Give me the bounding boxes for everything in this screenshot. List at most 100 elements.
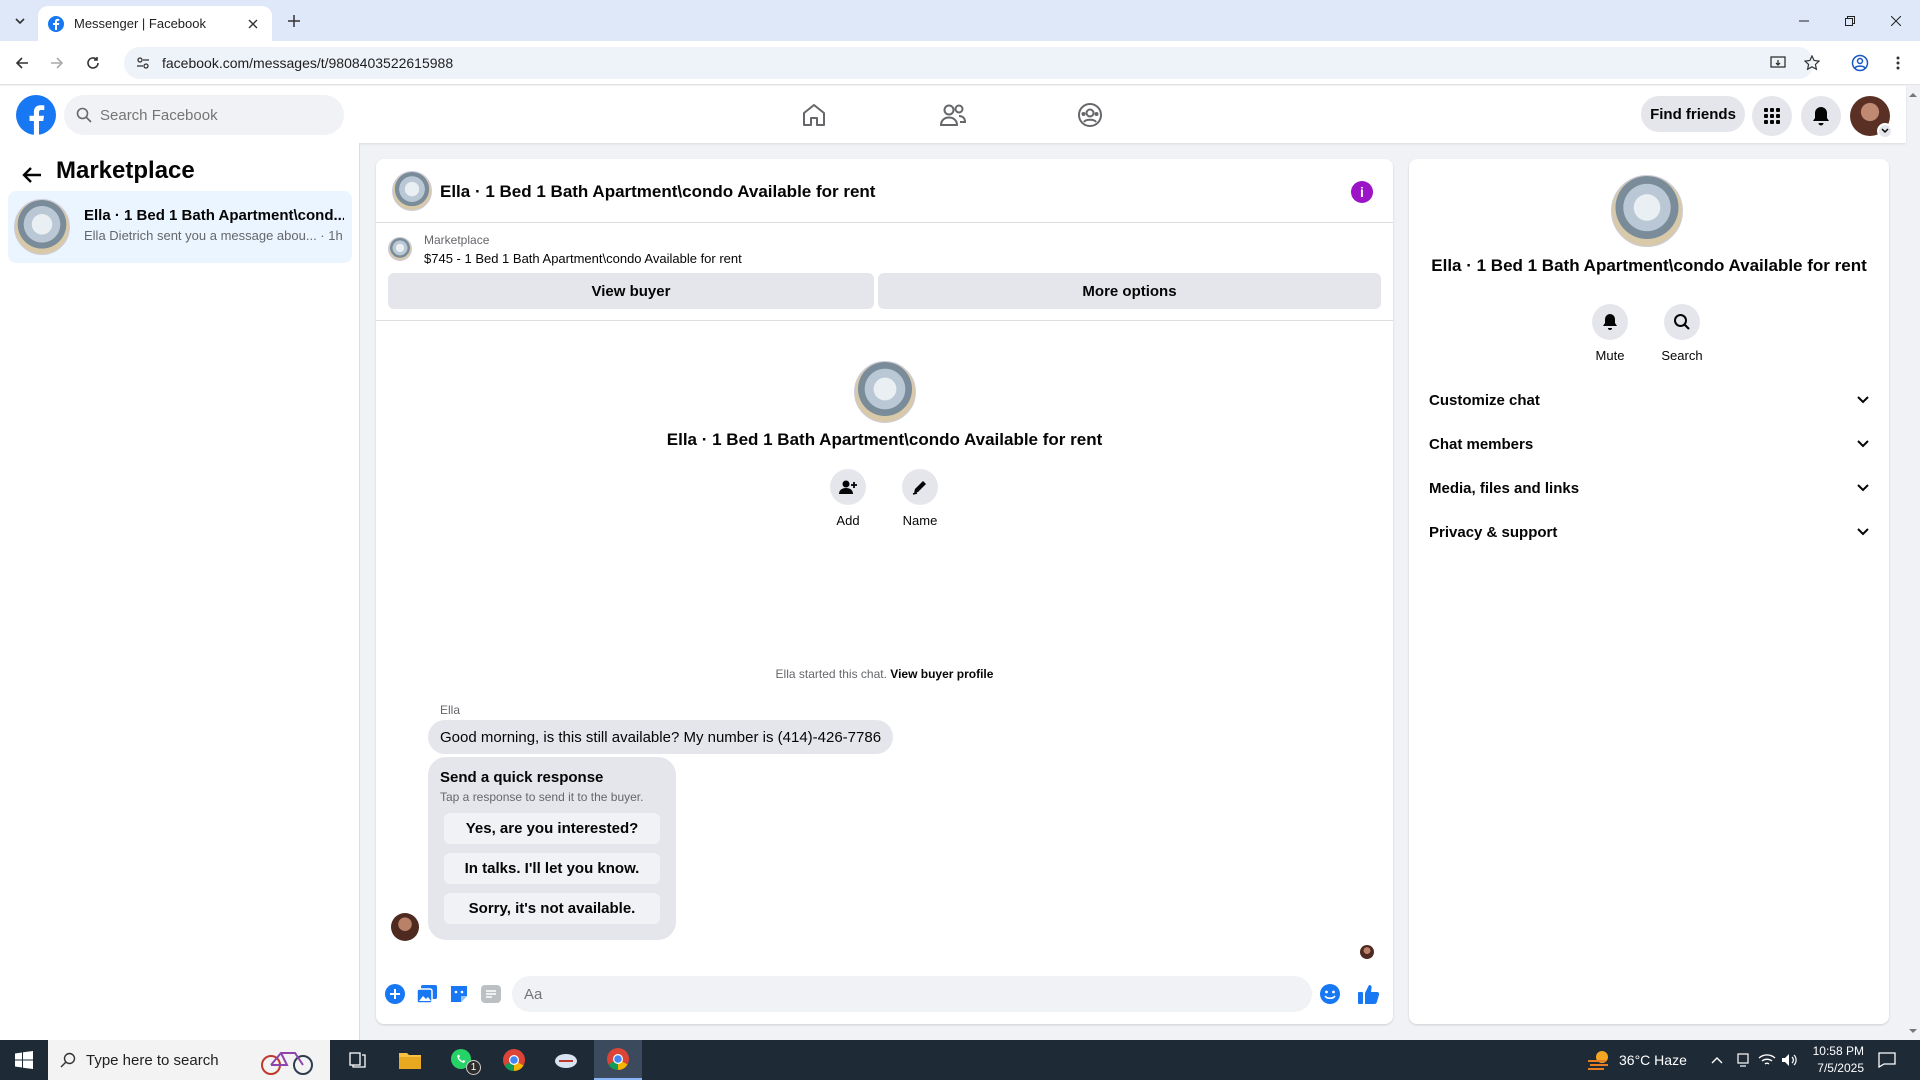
quick-response-button[interactable]: Yes, are you interested? <box>444 813 660 844</box>
row-label: Media, files and links <box>1429 479 1580 497</box>
scroll-down-arrow-icon[interactable] <box>1906 1024 1920 1038</box>
site-settings-icon[interactable] <box>136 56 150 70</box>
sticker-icon[interactable] <box>448 983 470 1005</box>
restore-icon <box>1845 15 1855 26</box>
friends-nav-button[interactable] <box>932 94 974 136</box>
facebook-logo-icon[interactable] <box>16 95 56 135</box>
thumbs-up-icon[interactable] <box>1358 983 1380 1005</box>
facebook-search-box[interactable] <box>64 95 344 135</box>
weather-haze-icon <box>1588 1051 1608 1070</box>
sender-avatar[interactable] <box>391 913 419 941</box>
chrome-button[interactable] <box>490 1040 538 1080</box>
search-icon <box>76 107 92 123</box>
find-friends-button[interactable]: Find friends <box>1641 96 1745 132</box>
chat-title[interactable]: Ella · 1 Bed 1 Bath Apartment\condo Avai… <box>440 182 875 202</box>
restore-button[interactable] <box>1827 0 1873 41</box>
add-people-action[interactable]: Add <box>818 469 878 528</box>
listing-description[interactable]: $745 - 1 Bed 1 Bath Apartment\condo Avai… <box>424 251 742 266</box>
start-button[interactable] <box>0 1040 48 1080</box>
view-buyer-button[interactable]: View buyer <box>388 273 874 309</box>
bookmark-star-icon[interactable] <box>1800 51 1824 75</box>
message-bubble[interactable]: Good morning, is this still available? M… <box>428 720 894 754</box>
weather-text[interactable]: 36°C Haze <box>1619 1052 1687 1068</box>
edit-name-action[interactable]: Name <box>890 469 950 528</box>
new-tab-button[interactable] <box>282 9 306 33</box>
back-button[interactable] <box>10 51 34 75</box>
view-buyer-profile-link[interactable]: View buyer profile <box>890 667 993 681</box>
customize-chat-row[interactable]: Customize chat <box>1417 380 1881 420</box>
back-arrow-button[interactable] <box>18 161 46 189</box>
details-title: Ella · 1 Bed 1 Bath Apartment\condo Avai… <box>1431 256 1867 275</box>
facebook-header: Find friends <box>0 86 1906 143</box>
pinned-app-button[interactable] <box>542 1040 590 1080</box>
photo-attach-icon[interactable] <box>416 983 438 1005</box>
chat-window: Ella · 1 Bed 1 Bath Apartment\condo Avai… <box>376 159 1393 1024</box>
quick-response-button[interactable]: Sorry, it's not available. <box>444 893 660 924</box>
more-actions-plus-icon[interactable] <box>384 983 406 1005</box>
row-label: Privacy & support <box>1429 523 1558 541</box>
chat-thumbnail[interactable] <box>392 171 432 211</box>
listing-thumbnail <box>14 199 70 255</box>
tab-title: Messenger | Facebook <box>74 16 206 31</box>
message-input[interactable] <box>524 985 1284 1003</box>
mute-action[interactable]: Mute <box>1580 304 1640 363</box>
conversation-preview: Ella Dietrich sent you a message abou...… <box>84 228 343 243</box>
message-composer[interactable] <box>512 976 1312 1012</box>
arrow-right-icon <box>51 57 64 69</box>
account-avatar[interactable] <box>1850 96 1893 139</box>
chat-started-note: Ella started this chat. View buyer profi… <box>376 667 1393 681</box>
chevron-up-icon[interactable] <box>1711 1056 1723 1064</box>
search-icon <box>60 1052 76 1068</box>
notifications-button[interactable] <box>1801 96 1841 136</box>
tab-search-button[interactable] <box>8 9 32 33</box>
marketplace-listing-bar: Marketplace $745 - 1 Bed 1 Bath Apartmen… <box>376 223 1393 321</box>
more-options-button[interactable]: More options <box>878 273 1381 309</box>
emoji-icon[interactable] <box>1319 983 1341 1005</box>
address-bar[interactable]: facebook.com/messages/t/9808403522615988 <box>124 47 1814 79</box>
info-icon[interactable]: i <box>1351 181 1373 203</box>
minimize-button[interactable] <box>1781 0 1827 41</box>
gif-icon[interactable] <box>480 983 502 1005</box>
conversation-item[interactable]: Ella · 1 Bed 1 Bath Apartment\cond... El… <box>8 191 352 263</box>
home-icon <box>803 104 825 126</box>
facebook-search-input[interactable] <box>100 106 320 124</box>
chrome-icon <box>607 1048 629 1070</box>
menu-grid-button[interactable] <box>1752 96 1792 136</box>
taskbar-search-placeholder: Type here to search <box>86 1051 219 1069</box>
reload-button[interactable] <box>81 51 105 75</box>
quick-response-button[interactable]: In talks. I'll let you know. <box>444 853 660 884</box>
notification-center-icon[interactable] <box>1878 1052 1896 1068</box>
install-app-icon[interactable] <box>1766 51 1790 75</box>
browser-tab-messenger[interactable]: Messenger | Facebook <box>38 6 272 41</box>
search-icon <box>1664 304 1700 340</box>
windows-logo-icon <box>15 1051 33 1069</box>
media-files-links-row[interactable]: Media, files and links <box>1417 468 1881 508</box>
scroll-up-arrow-icon[interactable] <box>1906 88 1920 102</box>
search-in-chat-action[interactable]: Search <box>1652 304 1712 363</box>
privacy-support-row[interactable]: Privacy & support <box>1417 512 1881 552</box>
taskbar-search-box[interactable]: Type here to search <box>48 1040 330 1080</box>
quick-response-subtitle: Tap a response to send it to the buyer. <box>440 790 644 804</box>
close-window-button[interactable] <box>1873 0 1919 41</box>
device-icon[interactable] <box>1736 1053 1750 1067</box>
url-text: facebook.com/messages/t/9808403522615988 <box>162 55 454 71</box>
home-nav-button[interactable] <box>793 94 835 136</box>
forward-button[interactable] <box>45 51 69 75</box>
close-tab-icon[interactable] <box>244 15 262 33</box>
add-person-icon <box>830 469 866 505</box>
chrome-active-button[interactable] <box>594 1040 642 1080</box>
clock[interactable]: 10:58 PM 7/5/2025 <box>1794 1043 1864 1077</box>
whatsapp-button[interactable]: 1 <box>438 1040 486 1080</box>
file-explorer-button[interactable] <box>386 1040 434 1080</box>
plus-icon <box>288 15 300 27</box>
chat-members-row[interactable]: Chat members <box>1417 424 1881 464</box>
row-label: Chat members <box>1429 435 1534 453</box>
wifi-icon[interactable] <box>1758 1053 1776 1067</box>
folder-icon <box>399 1053 421 1069</box>
chevron-down-icon <box>1877 123 1893 139</box>
groups-nav-button[interactable] <box>1069 94 1111 136</box>
browser-menu-icon[interactable] <box>1886 51 1910 75</box>
bell-icon <box>1813 107 1829 126</box>
task-view-button[interactable] <box>334 1040 382 1080</box>
profile-icon[interactable] <box>1848 51 1872 75</box>
